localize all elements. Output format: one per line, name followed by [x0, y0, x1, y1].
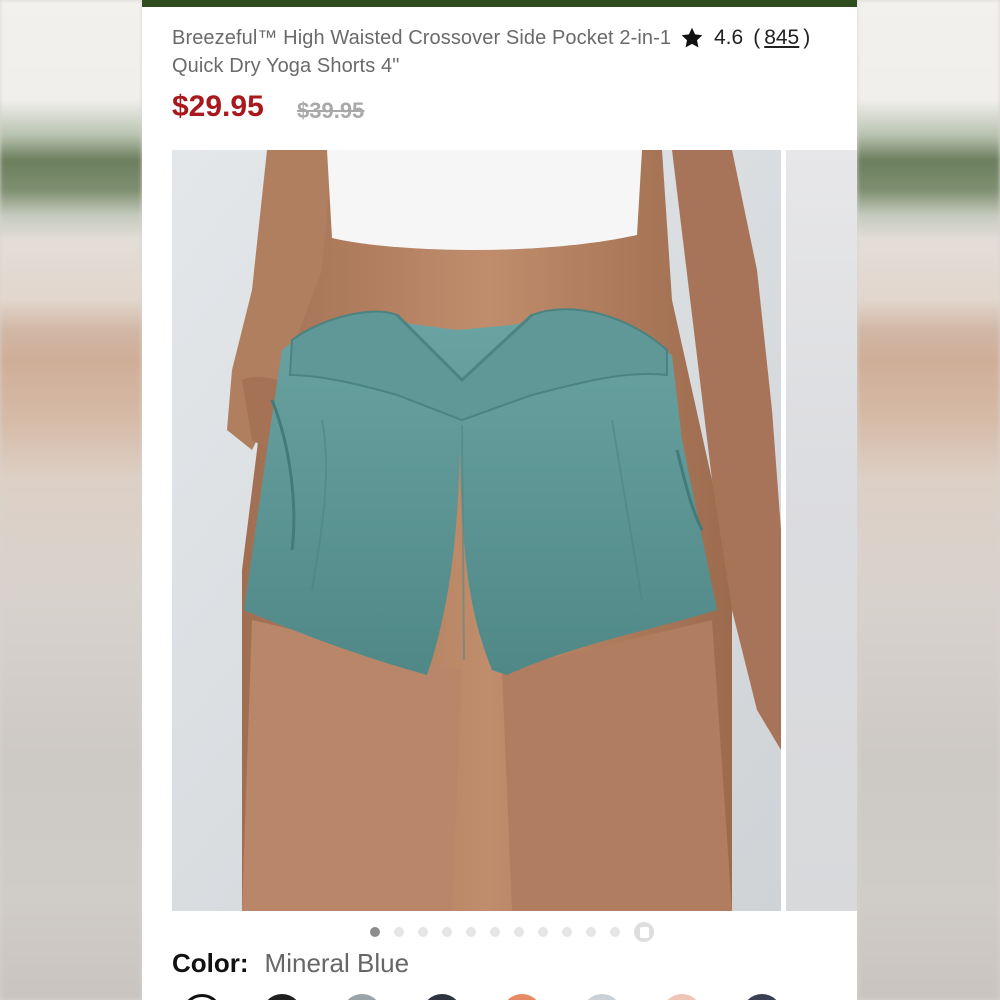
original-price: $39.95 [297, 98, 365, 123]
background-blur-right [857, 0, 1000, 1000]
pager-dot[interactable] [562, 927, 572, 937]
color-label: Color: [172, 948, 249, 978]
color-swatch[interactable] [182, 994, 222, 1000]
color-swatch[interactable] [742, 994, 782, 1000]
pager-dot[interactable] [370, 927, 380, 937]
product-image[interactable] [172, 150, 781, 911]
selected-color-name: Mineral Blue [264, 948, 410, 978]
color-swatch[interactable] [582, 994, 622, 1000]
pager-dot[interactable] [538, 927, 548, 937]
color-swatch[interactable] [342, 994, 382, 1000]
pager-dot[interactable] [394, 927, 404, 937]
color-swatch[interactable] [262, 994, 302, 1000]
pager-dot[interactable] [466, 927, 476, 937]
pager-more-icon[interactable] [634, 922, 654, 942]
product-detail-panel: Breezeful™ High Waisted Crossover Side P… [142, 0, 857, 1000]
review-count-link[interactable]: 845 [760, 26, 803, 49]
color-swatch[interactable] [422, 994, 462, 1000]
pager-dot[interactable] [418, 927, 428, 937]
pager-dot[interactable] [514, 927, 524, 937]
rating-value: 4.6 [714, 26, 744, 49]
header-strip [142, 0, 857, 7]
teal-yoga-shorts-photo [172, 150, 781, 911]
color-swatch-list [182, 994, 782, 1000]
pager-dot[interactable] [442, 927, 452, 937]
pager-dot[interactable] [490, 927, 500, 937]
next-image-preview[interactable] [786, 150, 857, 911]
review-count-wrapper: (845) [753, 26, 811, 49]
image-pager[interactable] [370, 922, 654, 942]
current-price: $29.95 [172, 90, 264, 123]
color-swatch[interactable] [502, 994, 542, 1000]
background-blur-left [0, 0, 142, 1000]
product-title: Breezeful™ High Waisted Crossover Side P… [172, 27, 672, 77]
rating-summary[interactable]: 4.6 (845) [680, 22, 810, 54]
pager-dot[interactable] [586, 927, 596, 937]
star-icon [681, 27, 703, 48]
pager-dot[interactable] [610, 927, 620, 937]
color-selector-header: Color: Mineral Blue [172, 948, 409, 982]
color-swatch[interactable] [662, 994, 702, 1000]
